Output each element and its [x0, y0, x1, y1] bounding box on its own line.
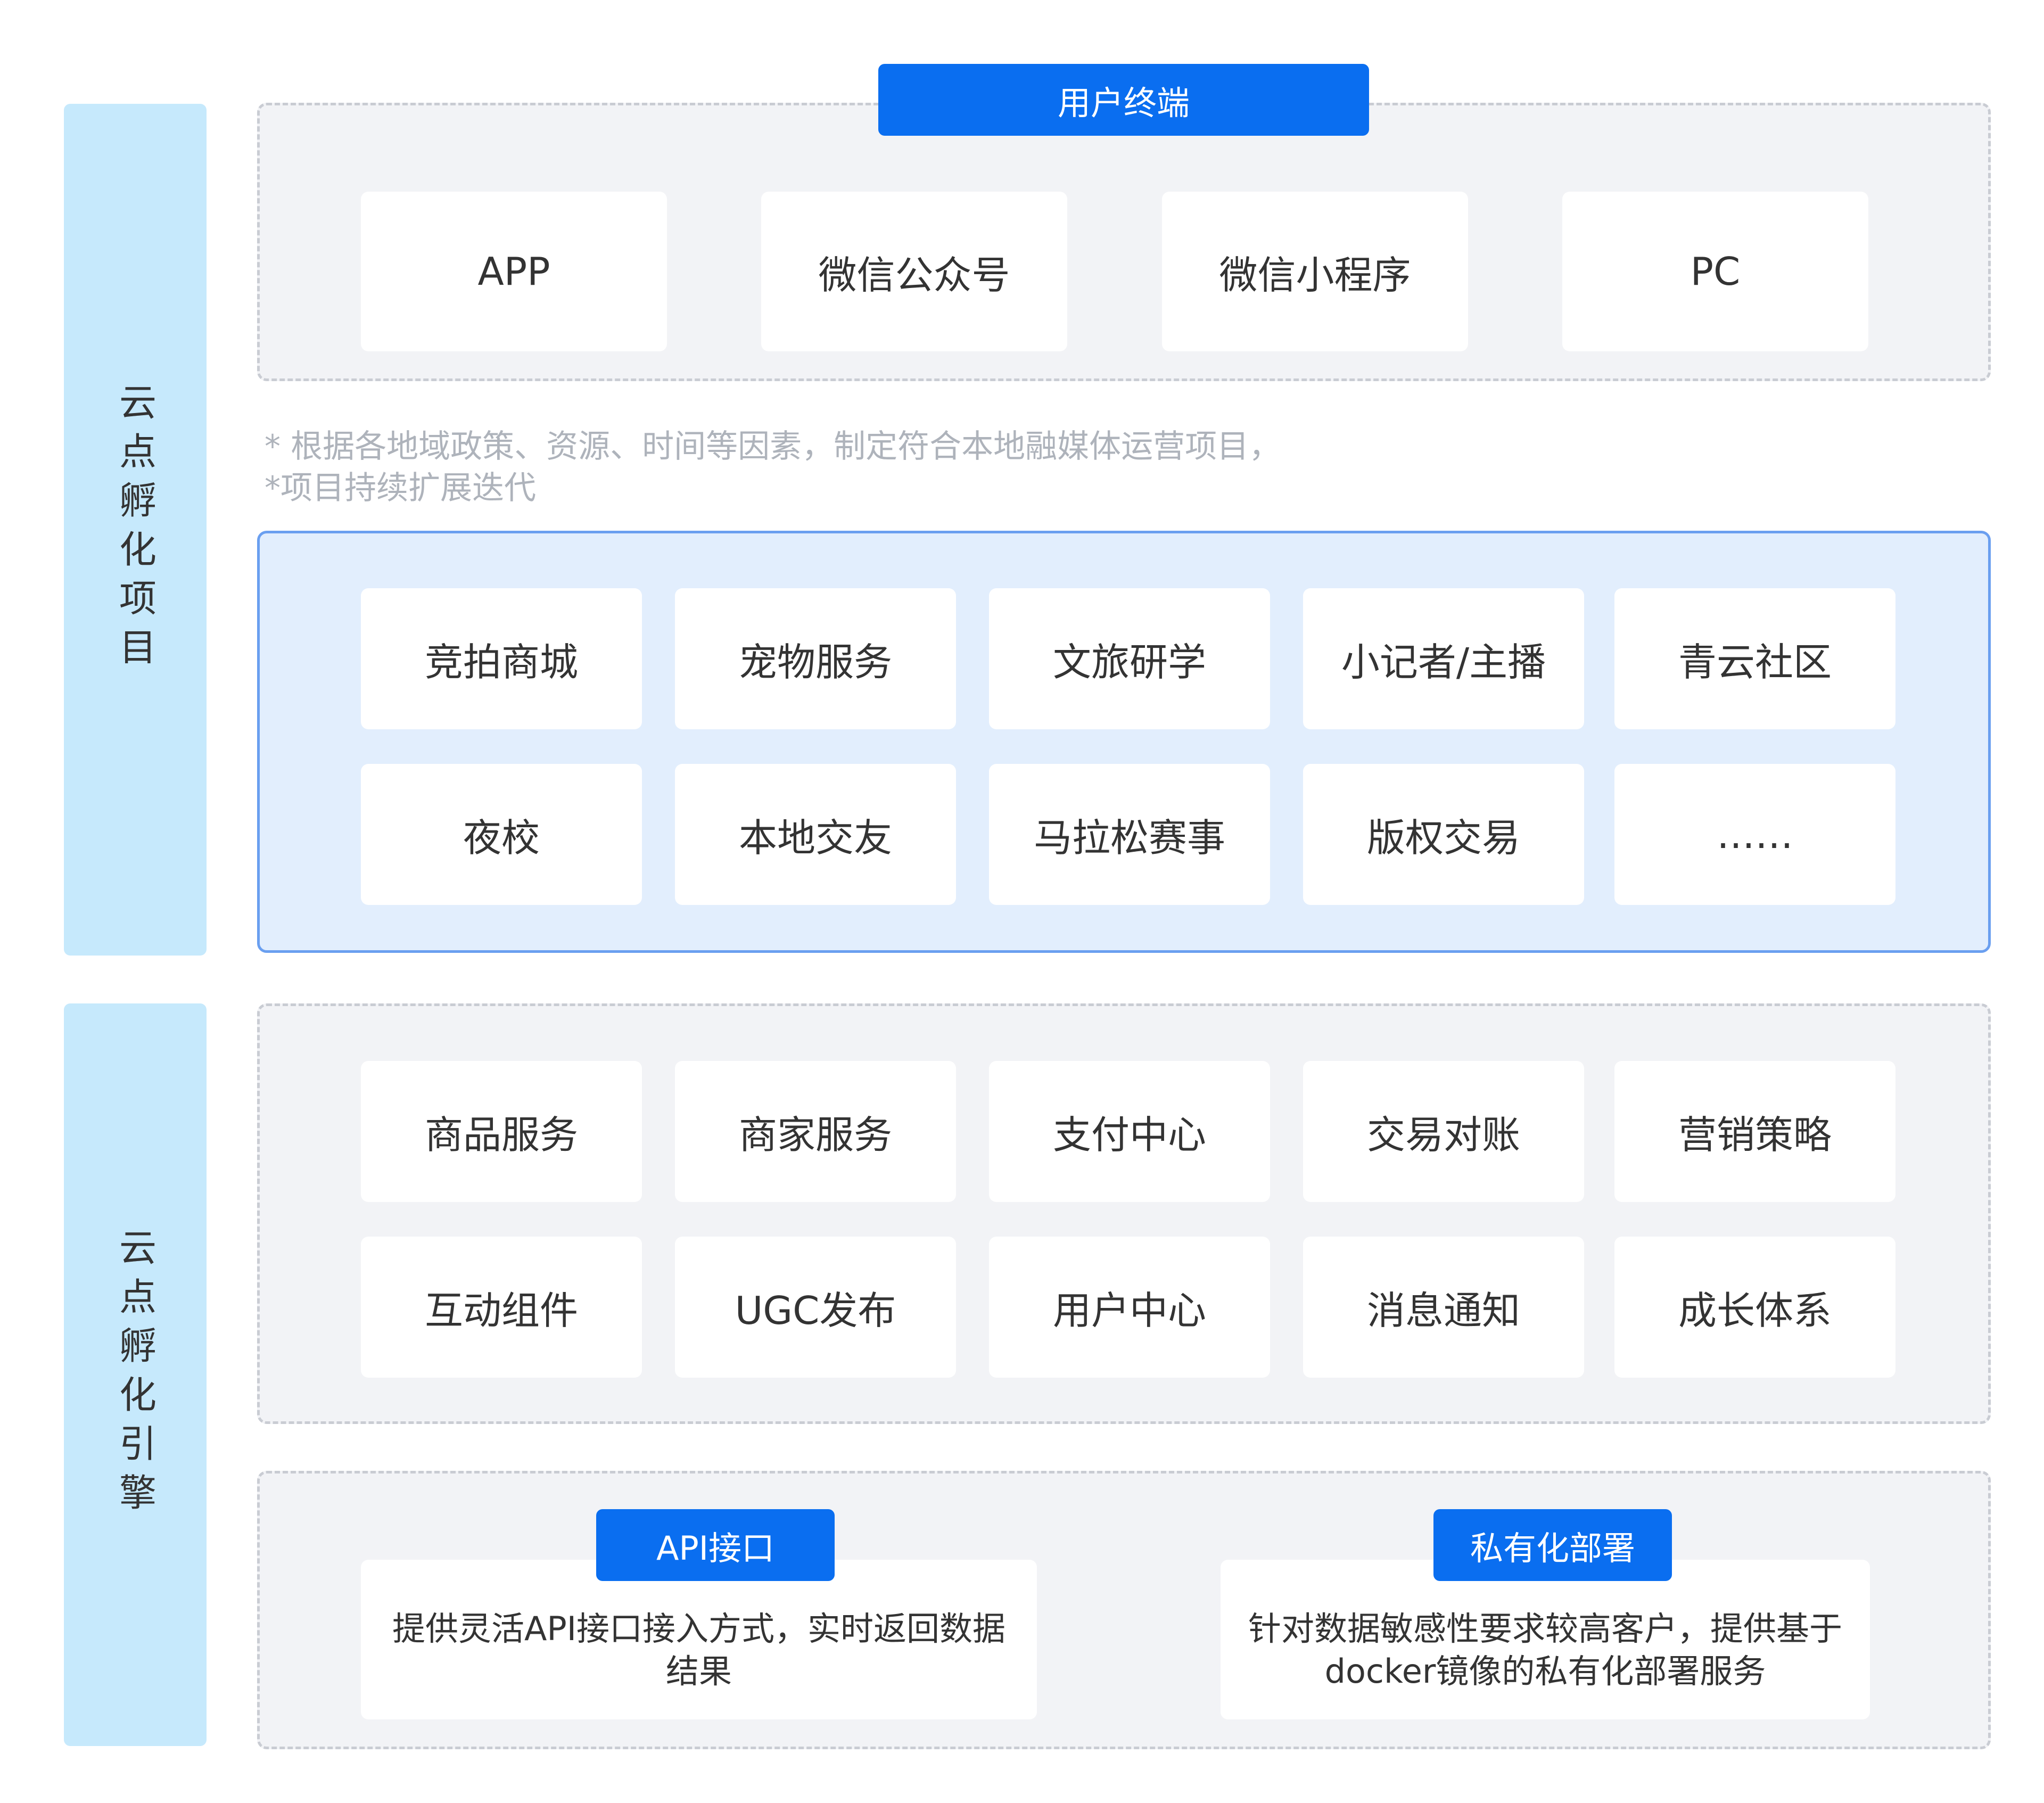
note-line-2: *项目持续扩展迭代 [265, 470, 536, 507]
engine-payment-center: 支付中心 [989, 1061, 1270, 1202]
project-local-dating: 本地交友 [675, 764, 956, 905]
project-marathon: 马拉松赛事 [989, 764, 1270, 905]
project-reporter-anchor: 小记者/主播 [1303, 588, 1584, 729]
note-line-1: * 根据各地域政策、资源、时间等因素，制定符合本地融媒体运营项目， [265, 428, 1281, 465]
incubation-engine-label-text: 云点孵化引擎 [113, 1228, 157, 1522]
terminal-wechat-miniprogram: 微信小程序 [1162, 192, 1468, 351]
terminal-pc: PC [1562, 192, 1868, 351]
engine-message-notice: 消息通知 [1303, 1237, 1584, 1378]
engine-product-service: 商品服务 [361, 1061, 642, 1202]
project-qingyun-community: 青云社区 [1614, 588, 1895, 729]
incubation-engine-label: 云点孵化引擎 [64, 1003, 207, 1746]
project-auction-mall: 竞拍商城 [361, 588, 642, 729]
api-interface-title: API接口 [596, 1509, 835, 1581]
project-copyright-trade: 版权交易 [1303, 764, 1584, 905]
api-description: 提供灵活API接口接入方式，实时返回数据结果 [361, 1560, 1037, 1719]
incubation-projects-label: 云点孵化项目 [64, 104, 207, 956]
terminal-wechat-official: 微信公众号 [761, 192, 1067, 351]
terminal-app: APP [361, 192, 667, 351]
user-terminal-title: 用户终端 [878, 64, 1369, 136]
project-culture-tourism: 文旅研学 [989, 588, 1270, 729]
incubation-projects-label-text: 云点孵化项目 [113, 383, 157, 677]
project-more: …… [1614, 764, 1895, 905]
private-deployment-title: 私有化部署 [1433, 1509, 1672, 1581]
engine-marketing-strategy: 营销策略 [1614, 1061, 1895, 1202]
engine-reconciliation: 交易对账 [1303, 1061, 1584, 1202]
engine-ugc-publish: UGC发布 [675, 1237, 956, 1378]
private-deployment-description: 针对数据敏感性要求较高客户，提供基于docker镜像的私有化部署服务 [1221, 1560, 1870, 1719]
engine-interactive-component: 互动组件 [361, 1237, 642, 1378]
engine-merchant-service: 商家服务 [675, 1061, 956, 1202]
project-night-school: 夜校 [361, 764, 642, 905]
engine-user-center: 用户中心 [989, 1237, 1270, 1378]
project-pet-service: 宠物服务 [675, 588, 956, 729]
engine-growth-system: 成长体系 [1614, 1237, 1895, 1378]
